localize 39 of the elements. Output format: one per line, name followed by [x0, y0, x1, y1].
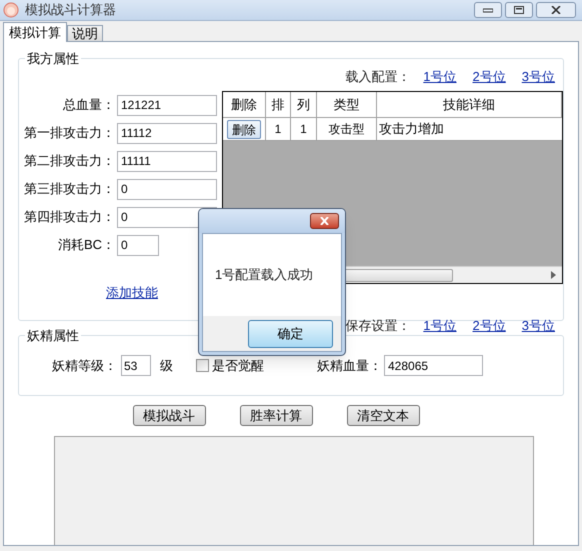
- field-label: 第二排攻击力：: [23, 152, 115, 170]
- label: 保存设置：: [345, 316, 410, 335]
- tab[interactable]: 说明: [67, 25, 103, 42]
- field-label: 妖精血量：: [317, 356, 382, 375]
- table-cell: 1: [266, 118, 291, 141]
- table-cell: 攻击型: [317, 118, 377, 141]
- ok-button[interactable]: 确定: [248, 320, 333, 348]
- link[interactable]: 3号位: [522, 67, 555, 87]
- label: 载入配置：: [345, 68, 410, 86]
- field-label: 第四排攻击力：: [23, 208, 115, 226]
- input-field[interactable]: 0: [117, 178, 217, 200]
- action-button[interactable]: 胜率计算: [240, 405, 312, 426]
- field-label: 第一排攻击力：: [23, 124, 115, 142]
- tab[interactable]: 模拟计算: [3, 22, 67, 42]
- dialog-message: 1号配置载入成功: [215, 266, 314, 284]
- link[interactable]: 2号位: [472, 316, 506, 336]
- link[interactable]: 1号位: [423, 67, 457, 87]
- action-button[interactable]: 清空文本: [346, 405, 420, 426]
- input-field[interactable]: 428065: [384, 355, 483, 376]
- input-field[interactable]: 0: [117, 234, 159, 256]
- table-cell: 攻击力增加: [377, 118, 562, 141]
- field-label: 总血量：: [62, 96, 115, 114]
- field-label: 消耗BC：: [56, 236, 115, 254]
- action-button[interactable]: 模拟战斗: [132, 405, 206, 426]
- link[interactable]: 添加技能: [106, 283, 158, 302]
- unit-label: 级: [160, 356, 173, 375]
- window-title: 模拟战斗计算器: [25, 1, 116, 20]
- delete-button[interactable]: 删除: [227, 120, 261, 138]
- input-field[interactable]: 53: [121, 355, 151, 376]
- table-cell: 1: [291, 118, 317, 141]
- link[interactable]: 2号位: [472, 67, 506, 87]
- field-label: 妖精等级：: [52, 356, 117, 375]
- link[interactable]: 3号位: [522, 316, 555, 336]
- input-field[interactable]: 121221: [117, 94, 217, 116]
- input-field[interactable]: 11111: [117, 150, 217, 172]
- link[interactable]: 1号位: [423, 316, 457, 336]
- checkbox-label: 是否觉醒: [212, 356, 264, 375]
- input-field[interactable]: 11112: [117, 122, 217, 144]
- field-label: 第三排攻击力：: [23, 180, 115, 198]
